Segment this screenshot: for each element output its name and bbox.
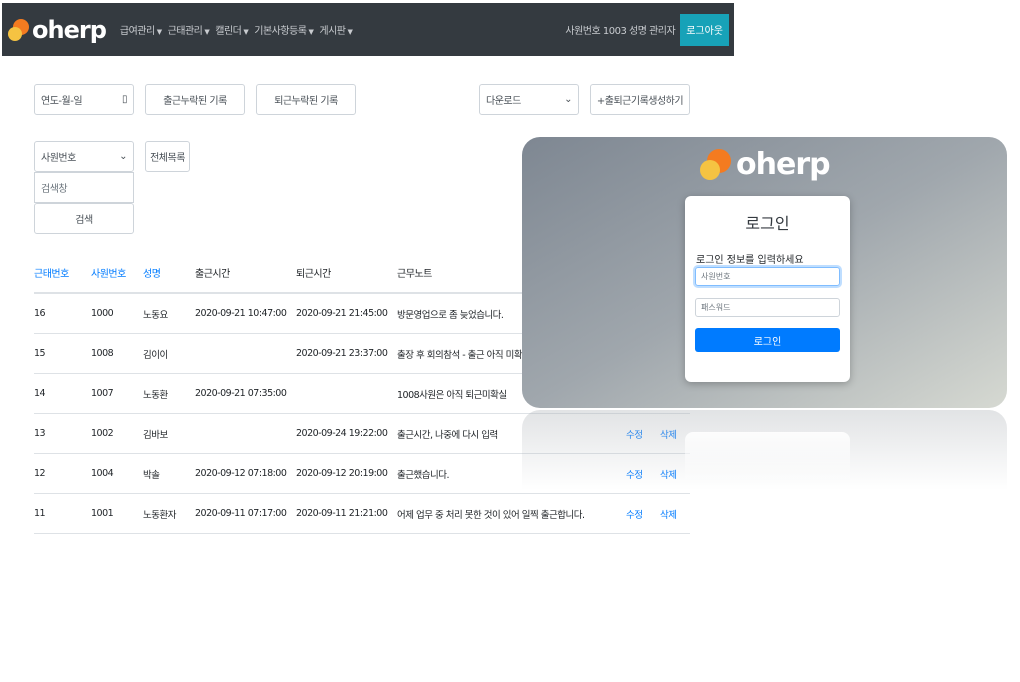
cell-clock-out bbox=[296, 373, 397, 414]
cell-clock-out: 2020-09-11 21:21:00 bbox=[296, 493, 397, 534]
logout-button[interactable]: 로그아웃 bbox=[680, 13, 729, 46]
nav-item-payroll[interactable]: 급여관리 ▼ bbox=[120, 22, 162, 37]
nav-item-basic-registration[interactable]: 기본사항등록 ▼ bbox=[254, 22, 314, 37]
calendar-icon[interactable]: ▯ bbox=[122, 94, 128, 105]
cell-name: 박솔 bbox=[143, 453, 195, 494]
oherp-logo-icon bbox=[700, 149, 731, 180]
header-clock-in: 출근시간 bbox=[195, 253, 296, 294]
cell-clock-in bbox=[195, 333, 296, 374]
cell-attendance-id: 15 bbox=[34, 333, 91, 374]
cell-employee-id: 1001 bbox=[91, 493, 143, 534]
cell-employee-id: 1007 bbox=[91, 373, 143, 414]
search-input[interactable]: 검색창 bbox=[34, 172, 134, 203]
missing-clock-out-button[interactable]: 퇴근누락된 기록 bbox=[256, 84, 356, 115]
cell-clock-in: 2020-09-11 07:17:00 bbox=[195, 493, 296, 534]
header-attendance-id[interactable]: 근태번호 bbox=[34, 253, 91, 294]
download-select-value: 다운로드 bbox=[486, 96, 521, 107]
user-info: 사원번호 1003 성명 관리자 bbox=[565, 26, 676, 37]
header-employee-id[interactable]: 사원번호 bbox=[91, 253, 143, 294]
cell-employee-id: 1002 bbox=[91, 413, 143, 454]
login-title: 로그인 bbox=[745, 214, 790, 233]
cell-clock-in: 2020-09-21 07:35:00 bbox=[195, 373, 296, 414]
nav-item-calendar[interactable]: 캘린더 ▼ bbox=[215, 22, 248, 37]
cell-attendance-id: 16 bbox=[34, 293, 91, 334]
cell-attendance-id: 12 bbox=[34, 453, 91, 494]
oherp-logo-icon bbox=[8, 18, 29, 41]
caret-down-icon: ▼ bbox=[156, 28, 162, 36]
cell-clock-out: 2020-09-12 20:19:00 bbox=[296, 453, 397, 494]
cell-clock-in: 2020-09-12 07:18:00 bbox=[195, 453, 296, 494]
caret-down-icon: ▼ bbox=[243, 28, 249, 36]
search-button[interactable]: 검색 bbox=[34, 203, 134, 234]
cell-employee-id: 1004 bbox=[91, 453, 143, 494]
cell-name: 노동요 bbox=[143, 293, 195, 334]
edit-link[interactable]: 수정 bbox=[626, 493, 660, 534]
login-brand-logo: oherp bbox=[698, 146, 831, 182]
cell-employee-id: 1008 bbox=[91, 333, 143, 374]
top-navbar: oherp 급여관리 ▼ 근태관리 ▼ 캘린더 ▼ 기본사항등록 ▼ 게시판 ▼ 사원번호… bbox=[2, 3, 734, 56]
cell-clock-out: 2020-09-24 19:22:00 bbox=[296, 413, 397, 454]
search-type-value: 사원번호 bbox=[41, 153, 76, 164]
table-row: 11 1001 노동환자 2020-09-11 07:17:00 2020-09… bbox=[34, 493, 690, 534]
employee-id-field[interactable]: 사원번호 bbox=[695, 267, 840, 286]
brand-text: oherp bbox=[32, 15, 107, 44]
create-record-button[interactable]: +출퇴근기록생성하기 bbox=[590, 84, 690, 115]
cell-name: 노동환자 bbox=[143, 493, 195, 534]
header-name[interactable]: 성명 bbox=[143, 253, 195, 294]
cell-name: 김이이 bbox=[143, 333, 195, 374]
nav-item-attendance[interactable]: 근태관리 ▼ bbox=[168, 22, 210, 37]
cell-attendance-id: 14 bbox=[34, 373, 91, 414]
caret-down-icon: ▼ bbox=[347, 28, 353, 36]
cell-clock-out: 2020-09-21 21:45:00 bbox=[296, 293, 397, 334]
header-clock-out: 퇴근시간 bbox=[296, 253, 397, 294]
nav-user-area: 사원번호 1003 성명 관리자 로그아웃 bbox=[565, 13, 734, 46]
cell-clock-out: 2020-09-21 23:37:00 bbox=[296, 333, 397, 374]
delete-link[interactable]: 삭제 bbox=[660, 493, 690, 534]
cell-name: 노동환 bbox=[143, 373, 195, 414]
cell-clock-in: 2020-09-21 10:47:00 bbox=[195, 293, 296, 334]
password-field[interactable]: 패스워드 bbox=[695, 298, 840, 317]
nav-menu: 급여관리 ▼ 근태관리 ▼ 캘린더 ▼ 기본사항등록 ▼ 게시판 ▼ bbox=[120, 22, 359, 37]
chevron-down-icon: ⌄ bbox=[564, 94, 572, 105]
cell-clock-in bbox=[195, 413, 296, 454]
nav-item-board[interactable]: 게시판 ▼ bbox=[319, 22, 352, 37]
date-input-placeholder: 연도-월-일 bbox=[41, 96, 83, 107]
nav-item-label: 급여관리 bbox=[119, 26, 155, 37]
caret-down-icon: ▼ bbox=[204, 28, 210, 36]
cell-name: 김바보 bbox=[143, 413, 195, 454]
nav-item-label: 게시판 bbox=[319, 26, 346, 37]
login-subtitle: 로그인 정보를 입력하세요 bbox=[696, 255, 804, 266]
login-button[interactable]: 로그인 bbox=[695, 328, 840, 352]
date-input[interactable]: 연도-월-일 ▯ bbox=[34, 84, 134, 115]
cell-attendance-id: 11 bbox=[34, 493, 91, 534]
cell-attendance-id: 13 bbox=[34, 413, 91, 454]
login-card-reflection bbox=[685, 432, 850, 487]
nav-item-label: 캘린더 bbox=[215, 26, 242, 37]
nav-item-label: 근태관리 bbox=[167, 26, 203, 37]
cell-employee-id: 1000 bbox=[91, 293, 143, 334]
chevron-down-icon: ⌄ bbox=[119, 151, 127, 162]
download-select[interactable]: 다운로드 ⌄ bbox=[479, 84, 579, 115]
missing-clock-in-button[interactable]: 출근누락된 기록 bbox=[145, 84, 245, 115]
brand-logo[interactable]: oherp bbox=[8, 15, 107, 44]
login-card: 로그인 로그인 정보를 입력하세요 사원번호 패스워드 로그인 bbox=[685, 196, 850, 382]
search-type-select[interactable]: 사원번호 ⌄ bbox=[34, 141, 134, 172]
caret-down-icon: ▼ bbox=[308, 28, 314, 36]
nav-item-label: 기본사항등록 bbox=[254, 26, 307, 37]
login-brand-text: oherp bbox=[736, 146, 831, 182]
all-list-button[interactable]: 전체목록 bbox=[145, 141, 190, 172]
cell-work-note: 어제 업무 중 처리 못한 것이 있어 일찍 출근합니다. bbox=[397, 493, 626, 534]
